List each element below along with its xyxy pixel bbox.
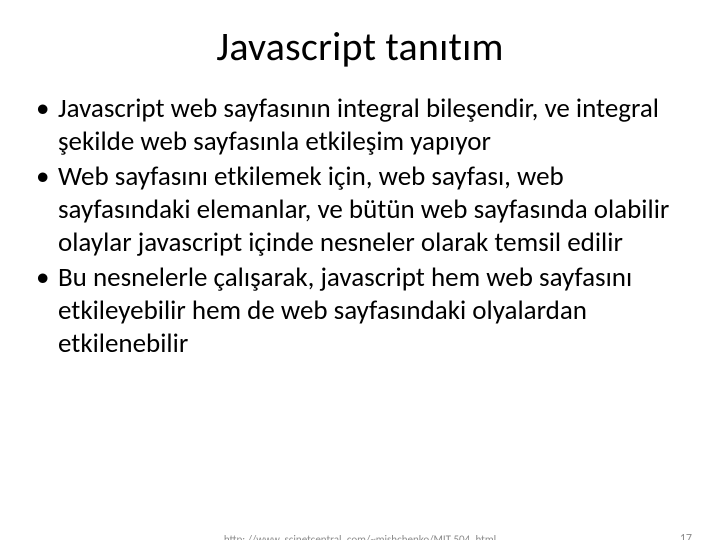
list-item: Bu nesnelerle çalışarak, javascript hem … <box>36 262 684 361</box>
slide-body: Javascript web sayfasının integral bileş… <box>0 93 720 361</box>
list-item: Web sayfasını etkilemek için, web sayfas… <box>36 161 684 260</box>
slide-title: Javascript tanıtım <box>0 22 720 71</box>
list-item: Javascript web sayfasının integral bileş… <box>36 93 684 159</box>
page-number: 17 <box>680 532 692 540</box>
footer-url: http: //www. scinetcentral. com/~mishche… <box>0 533 720 540</box>
bullet-list: Javascript web sayfasının integral bileş… <box>36 93 684 361</box>
slide: Javascript tanıtım Javascript web sayfas… <box>0 22 720 540</box>
